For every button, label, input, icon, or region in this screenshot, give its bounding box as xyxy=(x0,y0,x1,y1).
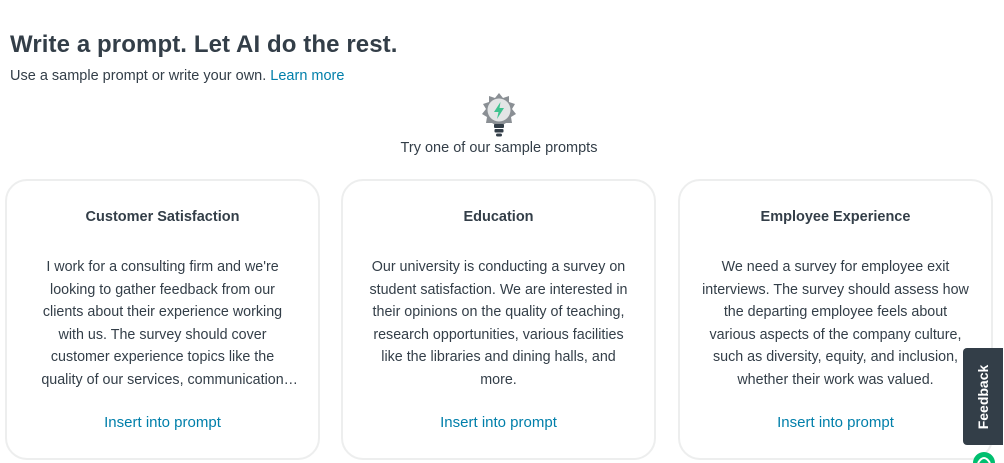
card-title: Education xyxy=(463,209,534,225)
card-body: Our university is conducting a survey on… xyxy=(369,259,628,388)
insert-into-prompt-button[interactable]: Insert into prompt xyxy=(680,414,991,431)
sample-prompts-heading: Try one of our sample prompts xyxy=(400,140,598,156)
card-title: Employee Experience xyxy=(760,209,911,225)
feedback-label: Feedback xyxy=(975,364,991,429)
card-title: Customer Satisfaction xyxy=(85,209,240,225)
sample-card-education: Education Our university is conducting a… xyxy=(341,179,656,460)
card-body: We need a survey for employee exit inter… xyxy=(702,259,969,388)
page: Write a prompt. Let AI do the rest. Use … xyxy=(0,0,1004,463)
brand-logo-icon xyxy=(973,452,995,463)
page-title: Write a prompt. Let AI do the rest. xyxy=(10,31,398,58)
insert-into-prompt-button[interactable]: Insert into prompt xyxy=(343,414,654,431)
lightbulb-icon xyxy=(482,93,516,137)
card-body: I work for a consulting firm and we're l… xyxy=(41,259,284,388)
feedback-button[interactable]: Feedback xyxy=(963,348,1003,445)
sample-card-employee-experience: Employee Experience We need a survey for… xyxy=(678,179,993,460)
insert-into-prompt-button[interactable]: Insert into prompt xyxy=(7,414,318,431)
subtitle-text: Use a sample prompt or write your own. xyxy=(10,68,267,84)
page-subtitle: Use a sample prompt or write your own. L… xyxy=(10,68,344,84)
sample-card-customer-satisfaction: Customer Satisfaction I work for a consu… xyxy=(5,179,320,460)
learn-more-link[interactable]: Learn more xyxy=(270,68,344,84)
